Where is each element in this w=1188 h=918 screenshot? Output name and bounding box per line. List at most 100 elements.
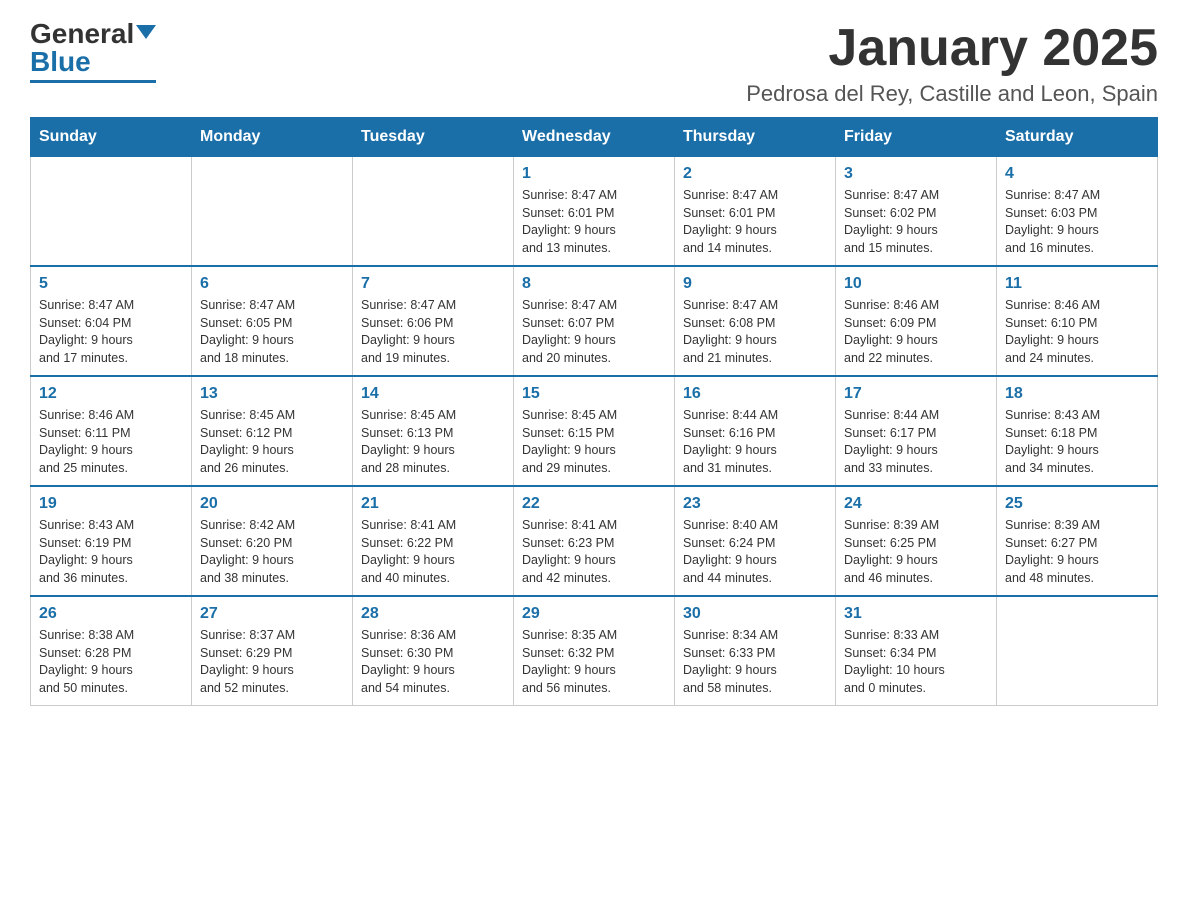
calendar-cell: 4 Sunrise: 8:47 AM Sunset: 6:03 PM Daylig… [997, 157, 1158, 267]
day-info: Sunrise: 8:36 AM Sunset: 6:30 PM Dayligh… [361, 627, 505, 697]
calendar-cell: 21Sunrise: 8:41 AM Sunset: 6:22 PM Dayli… [353, 486, 514, 596]
day-info: Sunrise: 8:38 AM Sunset: 6:28 PM Dayligh… [39, 627, 183, 697]
day-number: 24 [844, 495, 988, 513]
day-info: Sunrise: 8:39 AM Sunset: 6:27 PM Dayligh… [1005, 517, 1149, 587]
day-info: Sunrise: 8:44 AM Sunset: 6:17 PM Dayligh… [844, 407, 988, 477]
day-number: 22 [522, 495, 666, 513]
day-number: 10 [844, 275, 988, 293]
day-info: Sunrise: 8:45 AM Sunset: 6:13 PM Dayligh… [361, 407, 505, 477]
calendar-cell: 9 Sunrise: 8:47 AM Sunset: 6:08 PM Daylig… [675, 266, 836, 376]
day-info: Sunrise: 8:43 AM Sunset: 6:18 PM Dayligh… [1005, 407, 1149, 477]
calendar-cell [192, 157, 353, 267]
day-number: 23 [683, 495, 827, 513]
calendar-cell: 27 Sunrise: 8:37 AM Sunset: 6:29 PM Dayli… [192, 596, 353, 706]
calendar-cell [31, 157, 192, 267]
day-number: 5 [39, 275, 183, 293]
day-info: Sunrise: 8:33 AM Sunset: 6:34 PM Dayligh… [844, 627, 988, 697]
day-of-week-monday: Monday [192, 118, 353, 157]
calendar-week-row: 12 Sunrise: 8:46 AM Sunset: 6:11 PM Dayli… [31, 376, 1158, 486]
logo-blue-text: Blue [30, 48, 91, 76]
day-number: 18 [1005, 385, 1149, 403]
calendar-cell: 2Sunrise: 8:47 AM Sunset: 6:01 PM Daylig… [675, 157, 836, 267]
calendar-cell: 31Sunrise: 8:33 AM Sunset: 6:34 PM Dayli… [836, 596, 997, 706]
calendar-cell: 20Sunrise: 8:42 AM Sunset: 6:20 PM Dayli… [192, 486, 353, 596]
day-info: Sunrise: 8:46 AM Sunset: 6:11 PM Dayligh… [39, 407, 183, 477]
day-number: 12 [39, 385, 183, 403]
calendar-cell: 13Sunrise: 8:45 AM Sunset: 6:12 PM Dayli… [192, 376, 353, 486]
calendar-cell: 8Sunrise: 8:47 AM Sunset: 6:07 PM Daylig… [514, 266, 675, 376]
calendar-cell: 15 Sunrise: 8:45 AM Sunset: 6:15 PM Dayli… [514, 376, 675, 486]
day-of-week-tuesday: Tuesday [353, 118, 514, 157]
calendar-cell: 23 Sunrise: 8:40 AM Sunset: 6:24 PM Dayli… [675, 486, 836, 596]
day-number: 4 [1005, 165, 1149, 183]
calendar-cell: 1Sunrise: 8:47 AM Sunset: 6:01 PM Daylig… [514, 157, 675, 267]
calendar-week-row: 5 Sunrise: 8:47 AM Sunset: 6:04 PM Daylig… [31, 266, 1158, 376]
calendar-cell: 30Sunrise: 8:34 AM Sunset: 6:33 PM Dayli… [675, 596, 836, 706]
calendar-cell: 17 Sunrise: 8:44 AM Sunset: 6:17 PM Dayli… [836, 376, 997, 486]
calendar-cell: 29Sunrise: 8:35 AM Sunset: 6:32 PM Dayli… [514, 596, 675, 706]
day-info: Sunrise: 8:39 AM Sunset: 6:25 PM Dayligh… [844, 517, 988, 587]
calendar-table: SundayMondayTuesdayWednesdayThursdayFrid… [30, 117, 1158, 706]
day-number: 6 [200, 275, 344, 293]
calendar-header: SundayMondayTuesdayWednesdayThursdayFrid… [31, 118, 1158, 157]
day-number: 8 [522, 275, 666, 293]
calendar-cell: 6Sunrise: 8:47 AM Sunset: 6:05 PM Daylig… [192, 266, 353, 376]
calendar-cell: 11Sunrise: 8:46 AM Sunset: 6:10 PM Dayli… [997, 266, 1158, 376]
calendar-cell: 28 Sunrise: 8:36 AM Sunset: 6:30 PM Dayli… [353, 596, 514, 706]
day-number: 15 [522, 385, 666, 403]
subtitle: Pedrosa del Rey, Castille and Leon, Spai… [746, 81, 1158, 107]
day-number: 14 [361, 385, 505, 403]
calendar-body: 1Sunrise: 8:47 AM Sunset: 6:01 PM Daylig… [31, 157, 1158, 706]
calendar-cell: 14 Sunrise: 8:45 AM Sunset: 6:13 PM Dayli… [353, 376, 514, 486]
day-number: 9 [683, 275, 827, 293]
day-info: Sunrise: 8:41 AM Sunset: 6:22 PM Dayligh… [361, 517, 505, 587]
day-of-week-sunday: Sunday [31, 118, 192, 157]
calendar-cell: 26 Sunrise: 8:38 AM Sunset: 6:28 PM Dayli… [31, 596, 192, 706]
day-info: Sunrise: 8:47 AM Sunset: 6:02 PM Dayligh… [844, 187, 988, 257]
day-info: Sunrise: 8:45 AM Sunset: 6:12 PM Dayligh… [200, 407, 344, 477]
page-header: General Blue January 2025 Pedrosa del Re… [30, 20, 1158, 107]
calendar-week-row: 19 Sunrise: 8:43 AM Sunset: 6:19 PM Dayli… [31, 486, 1158, 596]
day-info: Sunrise: 8:47 AM Sunset: 6:04 PM Dayligh… [39, 297, 183, 367]
day-of-week-saturday: Saturday [997, 118, 1158, 157]
calendar-cell: 25 Sunrise: 8:39 AM Sunset: 6:27 PM Dayli… [997, 486, 1158, 596]
calendar-cell: 12 Sunrise: 8:46 AM Sunset: 6:11 PM Dayli… [31, 376, 192, 486]
calendar-cell: 24 Sunrise: 8:39 AM Sunset: 6:25 PM Dayli… [836, 486, 997, 596]
calendar-cell: 7 Sunrise: 8:47 AM Sunset: 6:06 PM Daylig… [353, 266, 514, 376]
day-info: Sunrise: 8:47 AM Sunset: 6:08 PM Dayligh… [683, 297, 827, 367]
day-number: 19 [39, 495, 183, 513]
day-number: 7 [361, 275, 505, 293]
day-info: Sunrise: 8:47 AM Sunset: 6:03 PM Dayligh… [1005, 187, 1149, 257]
calendar-cell: 22 Sunrise: 8:41 AM Sunset: 6:23 PM Dayli… [514, 486, 675, 596]
calendar-cell: 10 Sunrise: 8:46 AM Sunset: 6:09 PM Dayli… [836, 266, 997, 376]
logo-general-text: General [30, 20, 134, 48]
calendar-cell [353, 157, 514, 267]
logo-underline [30, 80, 156, 83]
main-title: January 2025 [746, 20, 1158, 77]
day-info: Sunrise: 8:41 AM Sunset: 6:23 PM Dayligh… [522, 517, 666, 587]
day-info: Sunrise: 8:43 AM Sunset: 6:19 PM Dayligh… [39, 517, 183, 587]
title-section: January 2025 Pedrosa del Rey, Castille a… [746, 20, 1158, 107]
logo-triangle-icon [136, 25, 156, 39]
day-info: Sunrise: 8:40 AM Sunset: 6:24 PM Dayligh… [683, 517, 827, 587]
day-info: Sunrise: 8:47 AM Sunset: 6:06 PM Dayligh… [361, 297, 505, 367]
logo: General Blue [30, 20, 156, 83]
day-of-week-wednesday: Wednesday [514, 118, 675, 157]
day-number: 17 [844, 385, 988, 403]
calendar-cell: 16Sunrise: 8:44 AM Sunset: 6:16 PM Dayli… [675, 376, 836, 486]
day-number: 26 [39, 605, 183, 623]
day-info: Sunrise: 8:46 AM Sunset: 6:09 PM Dayligh… [844, 297, 988, 367]
calendar-cell: 18 Sunrise: 8:43 AM Sunset: 6:18 PM Dayli… [997, 376, 1158, 486]
day-info: Sunrise: 8:45 AM Sunset: 6:15 PM Dayligh… [522, 407, 666, 477]
day-number: 29 [522, 605, 666, 623]
day-number: 28 [361, 605, 505, 623]
day-of-week-thursday: Thursday [675, 118, 836, 157]
day-number: 20 [200, 495, 344, 513]
day-info: Sunrise: 8:47 AM Sunset: 6:01 PM Dayligh… [522, 187, 666, 257]
day-number: 25 [1005, 495, 1149, 513]
day-number: 3 [844, 165, 988, 183]
day-info: Sunrise: 8:37 AM Sunset: 6:29 PM Dayligh… [200, 627, 344, 697]
day-info: Sunrise: 8:34 AM Sunset: 6:33 PM Dayligh… [683, 627, 827, 697]
day-of-week-friday: Friday [836, 118, 997, 157]
day-number: 27 [200, 605, 344, 623]
